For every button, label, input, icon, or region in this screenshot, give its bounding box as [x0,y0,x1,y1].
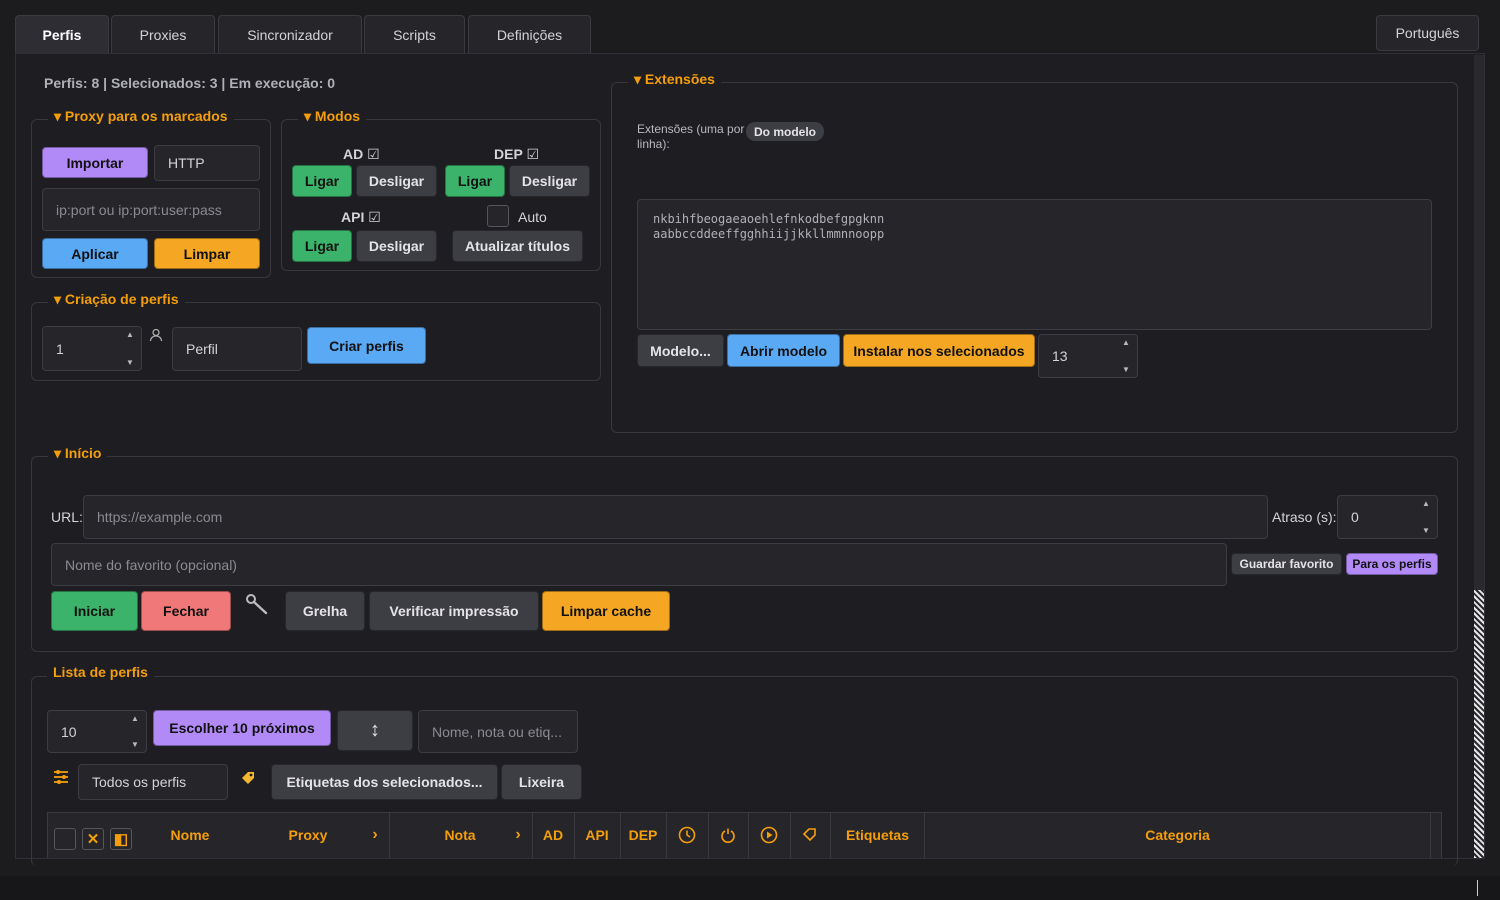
delay-input[interactable]: 0 ▲ ▼ [1337,495,1438,539]
profile-list-title: Lista de perfis [47,664,154,680]
column-category[interactable]: Categoria [925,812,1430,858]
open-model-button[interactable]: Abrir modelo [727,334,840,367]
chevron-right-icon[interactable]: › [508,812,528,858]
list-count-input[interactable]: 10 ▲ ▼ [47,710,147,753]
status-bar [0,876,1500,900]
column-ad[interactable]: AD [533,812,573,858]
sort-icon[interactable]: ↕ [337,710,413,751]
ad-check-icon: ☑ [367,146,380,162]
extension-line: aabbccddeeffgghhiijjkkllmmnnoopp [653,227,885,241]
verify-fingerprint-button[interactable]: Verificar impressão [369,591,539,631]
tag-icon [240,770,256,789]
proxy-group-title: ▾ Proxy para os marcados [48,108,234,125]
ad-on-button[interactable]: Ligar [292,165,352,197]
start-button[interactable]: Iniciar [51,591,138,631]
tab-profiles[interactable]: Perfis [15,15,109,53]
column-note[interactable]: Nota [420,812,500,858]
grid-button[interactable]: Grelha [285,591,365,631]
language-select[interactable]: Português [1376,15,1479,51]
extension-line: nkbihfbeogaeaoehlefnkodbefgpgknn [653,212,885,226]
template-badge: Do modelo [746,122,824,141]
close-icon[interactable]: ✕ [82,828,104,850]
tab-synchronizer[interactable]: Sincronizador [218,15,362,53]
api-on-button[interactable]: Ligar [292,230,352,262]
invert-selection-icon[interactable]: ◧ [110,828,132,850]
choose-next-button[interactable]: Escolher 10 próximos [153,710,331,746]
delay-label: Atraso (s): [1272,509,1337,525]
modes-group-title: ▾ Modos [298,108,367,125]
refresh-titles-button[interactable]: Atualizar títulos [452,230,583,262]
profile-name-input[interactable]: Perfil [172,327,302,371]
dep-on-button[interactable]: Ligar [445,165,505,197]
install-selected-button[interactable]: Instalar nos selecionados [843,334,1035,367]
selected-tags-button[interactable]: Etiquetas dos selecionados... [271,764,498,800]
delay-spinner[interactable]: ▲ ▼ [1418,499,1434,535]
column-name[interactable]: Nome [150,812,230,858]
status-text: Perfis: 8 | Selecionados: 3 | Em execuçã… [44,75,336,91]
resize-grip[interactable] [1477,880,1478,896]
chevron-right-icon[interactable]: › [365,812,385,858]
profile-search-input[interactable]: Nome, nota ou etiq... [418,710,578,753]
select-all-checkbox[interactable] [54,828,76,850]
tab-proxies[interactable]: Proxies [111,15,215,53]
apply-button[interactable]: Aplicar [42,238,148,269]
dep-check-icon: ☑ [526,146,539,162]
auto-checkbox[interactable] [487,205,509,227]
column-proxy[interactable]: Proxy [268,812,348,858]
creation-group-title: ▾ Criação de perfis [48,291,185,308]
favorite-name-input[interactable]: Nome do favorito (opcional) [51,543,1227,586]
extension-number-input[interactable]: 13 ▲ ▼ [1038,334,1138,378]
tag-outline-icon[interactable] [791,812,829,858]
auto-label: Auto [518,209,547,225]
filter-icon[interactable] [53,769,69,788]
list-count-spinner[interactable]: ▲ ▼ [127,714,143,749]
ad-label: AD ☑ [343,146,380,162]
clear-button[interactable]: Limpar [154,238,260,269]
ad-off-button[interactable]: Desligar [356,165,437,197]
profile-count-input[interactable]: 1 ▲ ▼ [42,326,142,371]
url-input[interactable]: https://example.com [83,495,1268,539]
api-label: API ☑ [341,209,381,225]
extensions-textarea[interactable]: nkbihfbeogaeaoehlefnkodbefgpgknn aabbccd… [637,199,1432,330]
start-group-title: ▾ Início [48,445,108,462]
url-label: URL: [51,509,83,525]
proxy-type-select[interactable]: HTTP [154,145,260,181]
extensions-label: Extensões (uma por linha): [637,122,745,151]
play-icon[interactable] [749,812,789,858]
create-profiles-button[interactable]: Criar perfis [307,327,426,364]
tab-scripts[interactable]: Scripts [364,15,465,53]
import-button[interactable]: Importar [42,147,148,178]
column-tags[interactable]: Etiquetas [831,812,924,858]
trash-button[interactable]: Lixeira [501,764,582,800]
scrollbar-thumb[interactable] [1474,590,1484,858]
model-button[interactable]: Modelo... [637,334,724,367]
column-dep[interactable]: DEP [621,812,665,858]
to-profiles-button[interactable]: Para os perfis [1346,553,1438,575]
num-spinner[interactable]: ▲ ▼ [1118,338,1134,374]
api-check-icon: ☑ [368,209,381,225]
clock-icon[interactable] [667,812,707,858]
dep-off-button[interactable]: Desligar [509,165,590,197]
scrollbar-track[interactable] [1474,55,1484,590]
power-icon[interactable] [709,812,747,858]
tab-settings[interactable]: Definições [468,15,591,53]
user-icon [149,328,163,345]
proxy-input[interactable]: ip:port ou ip:port:user:pass [42,188,260,231]
close-button[interactable]: Fechar [141,591,231,631]
save-favorite-button[interactable]: Guardar favorito [1231,553,1342,575]
profile-filter-select[interactable]: Todos os perfis [78,764,228,800]
api-off-button[interactable]: Desligar [356,230,437,262]
count-spinner[interactable]: ▲ ▼ [122,330,138,367]
clear-cache-button[interactable]: Limpar cache [542,591,670,631]
extensions-group-title: ▾ Extensões [628,71,721,88]
wrench-icon[interactable] [245,593,269,618]
dep-label: DEP ☑ [494,146,539,162]
column-api[interactable]: API [575,812,619,858]
